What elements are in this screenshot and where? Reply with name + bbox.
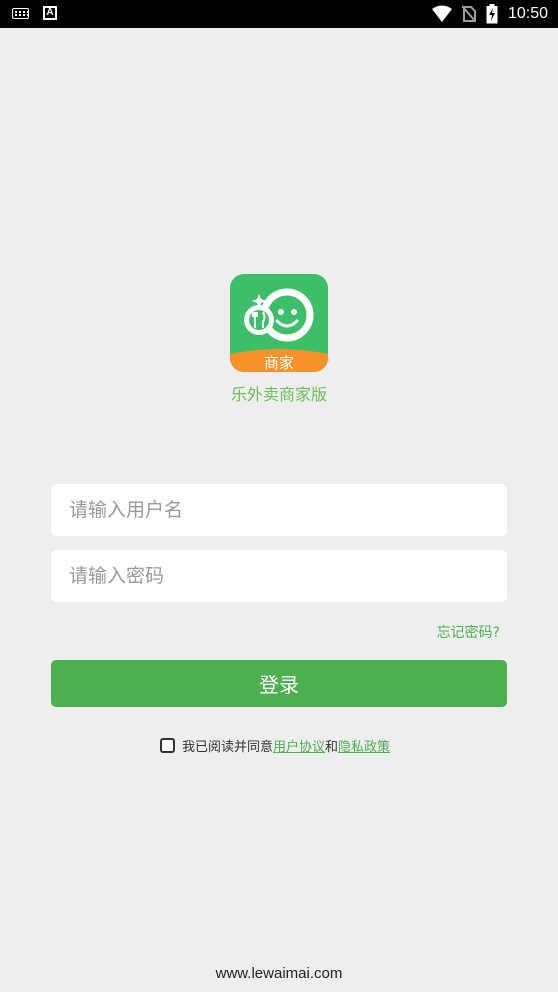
app-logo: 商家 <box>230 274 328 372</box>
privacy-policy-link[interactable]: 隐私政策 <box>338 736 390 755</box>
wifi-icon <box>431 5 452 22</box>
username-field[interactable] <box>51 484 507 536</box>
status-bar: A 10:50 <box>0 0 558 28</box>
username-input[interactable] <box>51 484 507 536</box>
agreement-prefix: 我已阅读并同意 <box>182 739 274 755</box>
password-input[interactable] <box>51 550 507 602</box>
a-badge-icon: A <box>43 6 57 20</box>
status-time: 10:50 <box>507 5 548 22</box>
forgot-password-link[interactable]: 忘记密码? <box>437 622 500 642</box>
app-name: 乐外卖商家版 <box>230 385 327 404</box>
battery-charging-icon <box>486 4 498 24</box>
status-left: A <box>12 6 57 20</box>
status-right: 10:50 <box>431 4 548 24</box>
agreement-row: 我已阅读并同意 用户协议 和 隐私政策 <box>160 736 390 755</box>
password-field[interactable] <box>51 550 507 602</box>
no-sim-icon <box>461 5 476 23</box>
agreement-conjunction: 和 <box>325 739 339 755</box>
user-agreement-link[interactable]: 用户协议 <box>273 736 325 755</box>
agreement-checkbox[interactable] <box>160 737 175 753</box>
footer-url: www.lewaimai.com <box>215 965 343 982</box>
keyboard-icon <box>12 7 29 19</box>
logo-badge-text: 商家 <box>263 354 294 372</box>
login-button[interactable]: 登录 <box>51 660 507 707</box>
